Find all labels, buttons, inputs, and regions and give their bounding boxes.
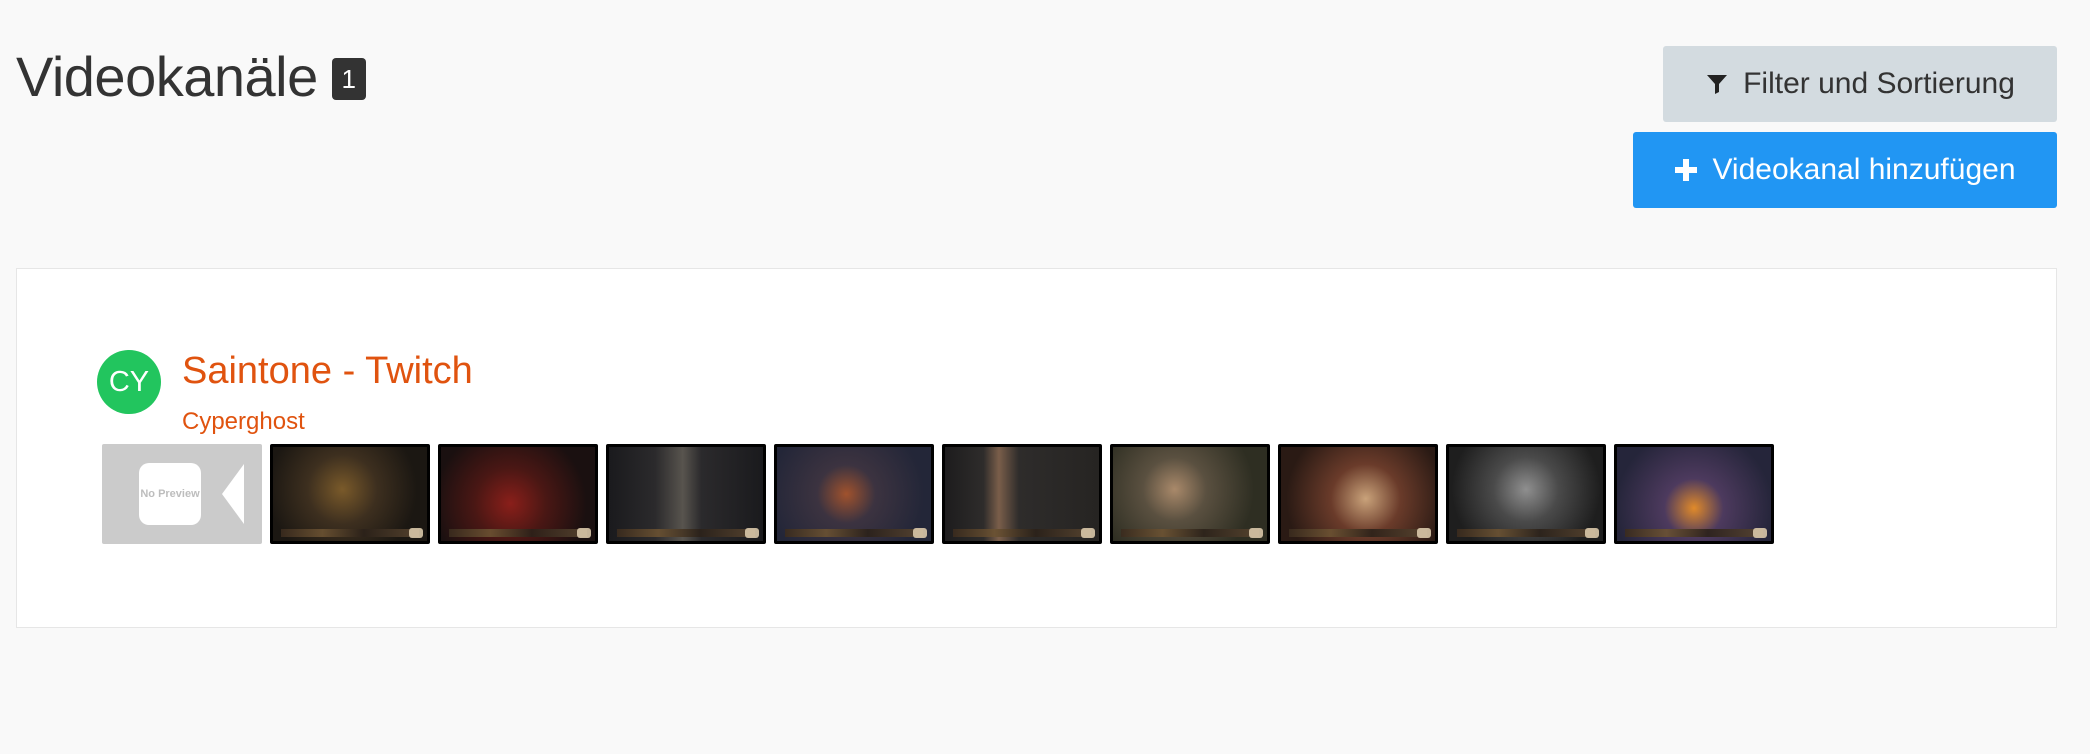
add-video-channel-label: Videokanal hinzufügen bbox=[1712, 153, 2016, 186]
video-thumbnail[interactable] bbox=[1110, 444, 1270, 544]
thumbnail-strip: No Preview bbox=[102, 444, 1774, 544]
channel-owner-link[interactable]: Cyperghost bbox=[182, 408, 305, 436]
camera-lens-shape bbox=[222, 464, 244, 524]
video-thumbnail[interactable] bbox=[774, 444, 934, 544]
page-title: Videokanäle bbox=[16, 45, 318, 108]
video-thumbnail[interactable] bbox=[270, 444, 430, 544]
video-thumbnail[interactable] bbox=[1278, 444, 1438, 544]
filter-sort-label: Filter und Sortierung bbox=[1743, 67, 2015, 100]
count-badge: 1 bbox=[331, 57, 366, 100]
filter-sort-button[interactable]: Filter und Sortierung bbox=[1663, 46, 2057, 122]
page-header: Videokanäle 1 bbox=[16, 44, 366, 109]
add-video-channel-button[interactable]: Videokanal hinzufügen bbox=[1633, 132, 2057, 208]
channel-title-link[interactable]: Saintone - Twitch bbox=[182, 350, 473, 393]
video-thumbnail[interactable] bbox=[1446, 444, 1606, 544]
plus-icon bbox=[1674, 158, 1698, 182]
no-preview-text: No Preview bbox=[140, 487, 200, 500]
video-thumbnail[interactable] bbox=[942, 444, 1102, 544]
video-thumbnail[interactable] bbox=[438, 444, 598, 544]
no-preview-thumbnail[interactable]: No Preview bbox=[102, 444, 262, 544]
avatar[interactable]: CY bbox=[97, 350, 161, 414]
avatar-initials: CY bbox=[108, 365, 150, 398]
video-thumbnail[interactable] bbox=[1614, 444, 1774, 544]
camera-icon: No Preview bbox=[139, 463, 201, 525]
filter-icon bbox=[1705, 72, 1729, 96]
video-thumbnail[interactable] bbox=[606, 444, 766, 544]
